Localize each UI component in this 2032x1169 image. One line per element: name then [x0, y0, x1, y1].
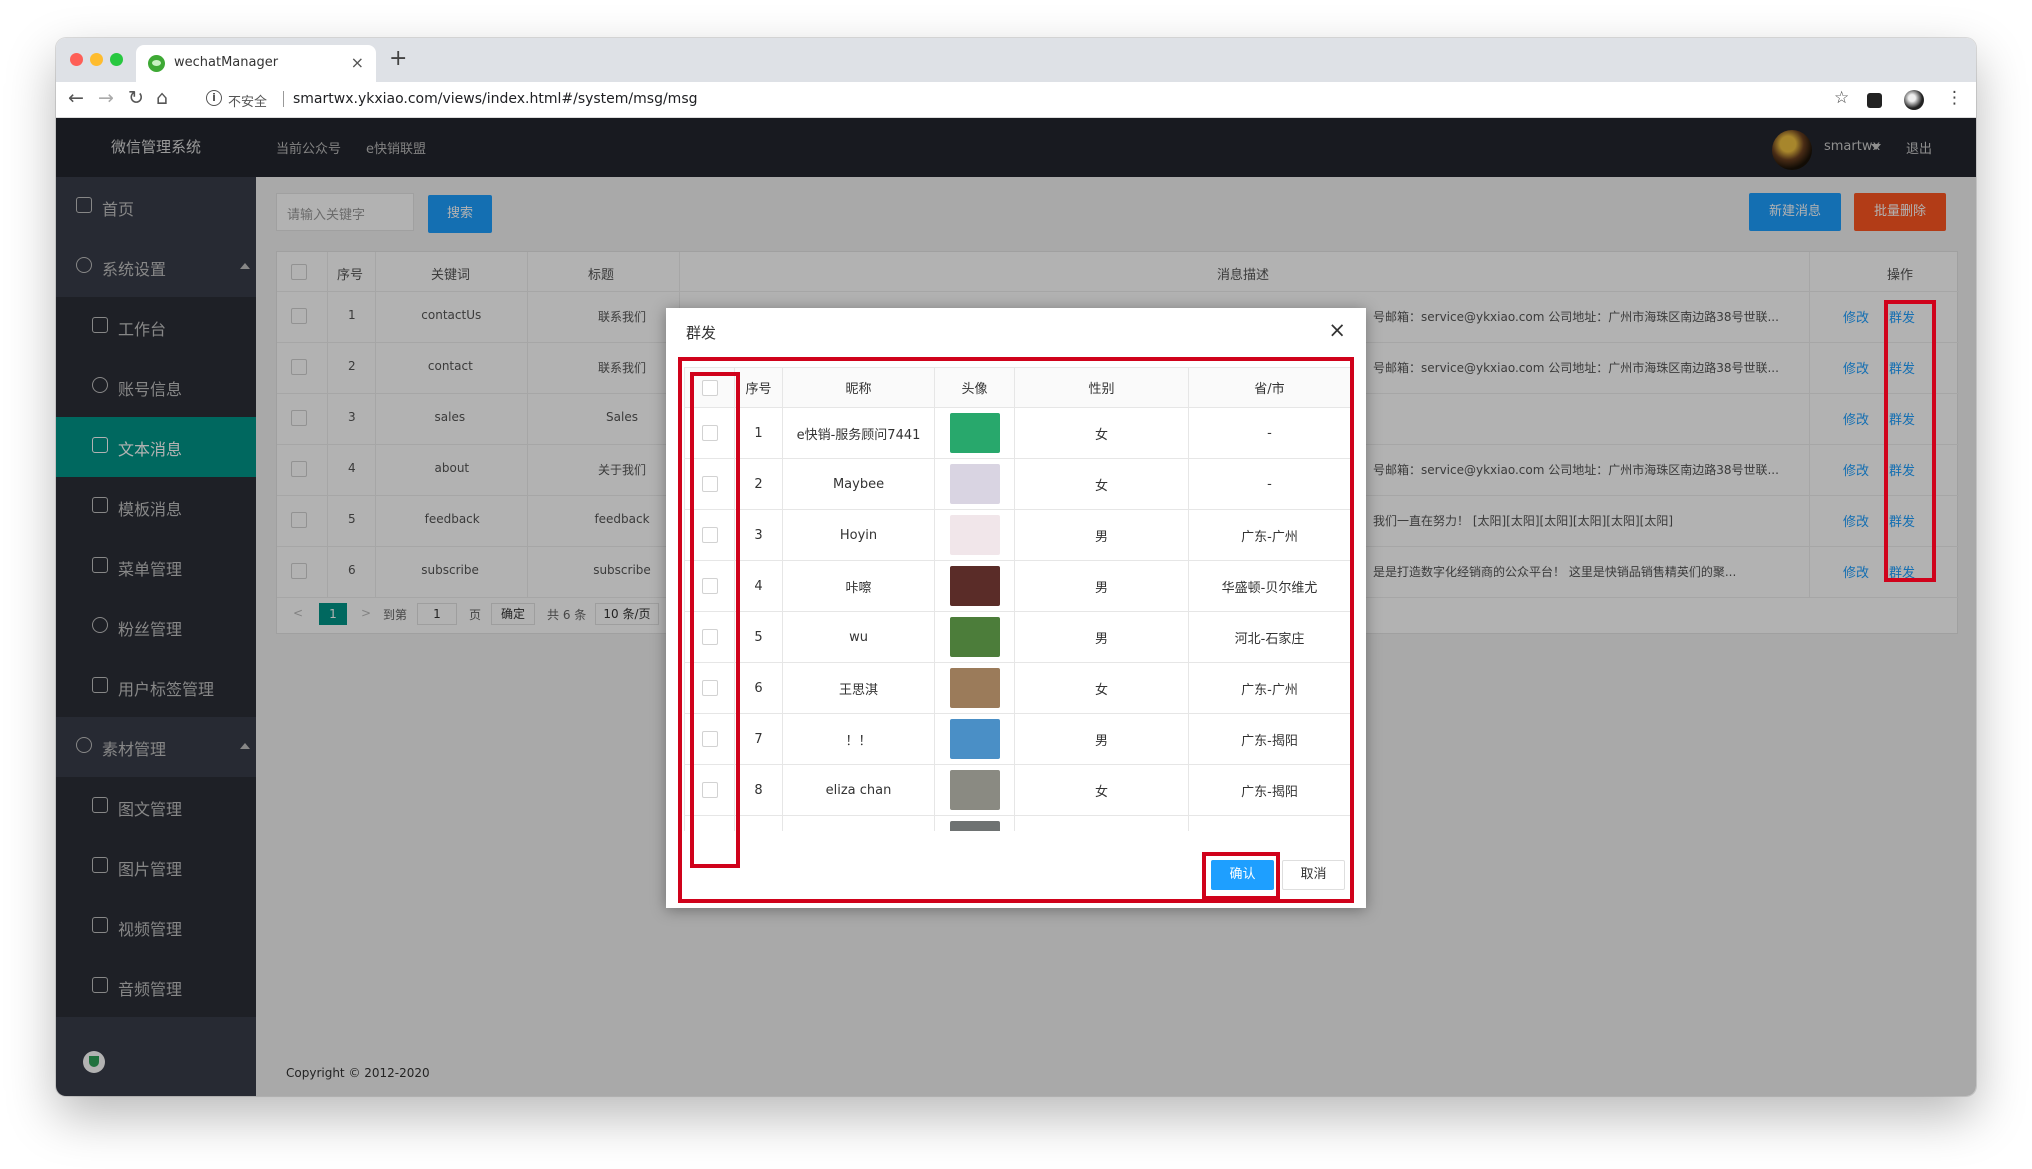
more-menu-icon[interactable]: ⋮: [1946, 88, 1963, 108]
highlight-box: [1884, 300, 1936, 582]
minimize-window-button[interactable]: [90, 53, 103, 66]
back-icon[interactable]: ←: [68, 87, 84, 109]
browser-window: wechatManager × + ← → ↻ ⌂ i 不安全 smartwx.…: [56, 38, 1976, 1096]
home-icon[interactable]: ⌂: [156, 87, 168, 109]
info-icon[interactable]: i: [206, 90, 222, 106]
wechat-icon: [148, 55, 165, 72]
divider: [283, 91, 284, 107]
address-bar[interactable]: i 不安全 smartwx.ykxiao.com/views/index.htm…: [198, 86, 1856, 114]
tab-strip: wechatManager × +: [56, 38, 1976, 82]
insecure-label: 不安全: [228, 95, 268, 110]
reload-icon[interactable]: ↻: [128, 87, 144, 109]
extension-icon[interactable]: [1867, 93, 1882, 108]
new-tab-button[interactable]: +: [389, 46, 407, 71]
browser-toolbar: ← → ↻ ⌂ i 不安全 smartwx.ykxiao.com/views/i…: [56, 82, 1976, 118]
dialog-title: 群发: [686, 324, 717, 342]
highlight-box: [690, 372, 740, 868]
close-icon[interactable]: ×: [1328, 318, 1346, 342]
url-text[interactable]: smartwx.ykxiao.com/views/index.html#/sys…: [293, 91, 698, 107]
forward-icon[interactable]: →: [98, 87, 114, 109]
highlight-box: [1202, 852, 1280, 900]
browser-tab[interactable]: wechatManager ×: [136, 45, 376, 82]
star-icon[interactable]: ☆: [1834, 88, 1849, 108]
close-tab-icon[interactable]: ×: [351, 53, 364, 72]
maximize-window-button[interactable]: [110, 53, 123, 66]
tab-title: wechatManager: [174, 55, 279, 70]
close-window-button[interactable]: [70, 53, 83, 66]
profile-avatar-icon[interactable]: [1904, 90, 1924, 110]
highlight-box: [678, 357, 1354, 903]
